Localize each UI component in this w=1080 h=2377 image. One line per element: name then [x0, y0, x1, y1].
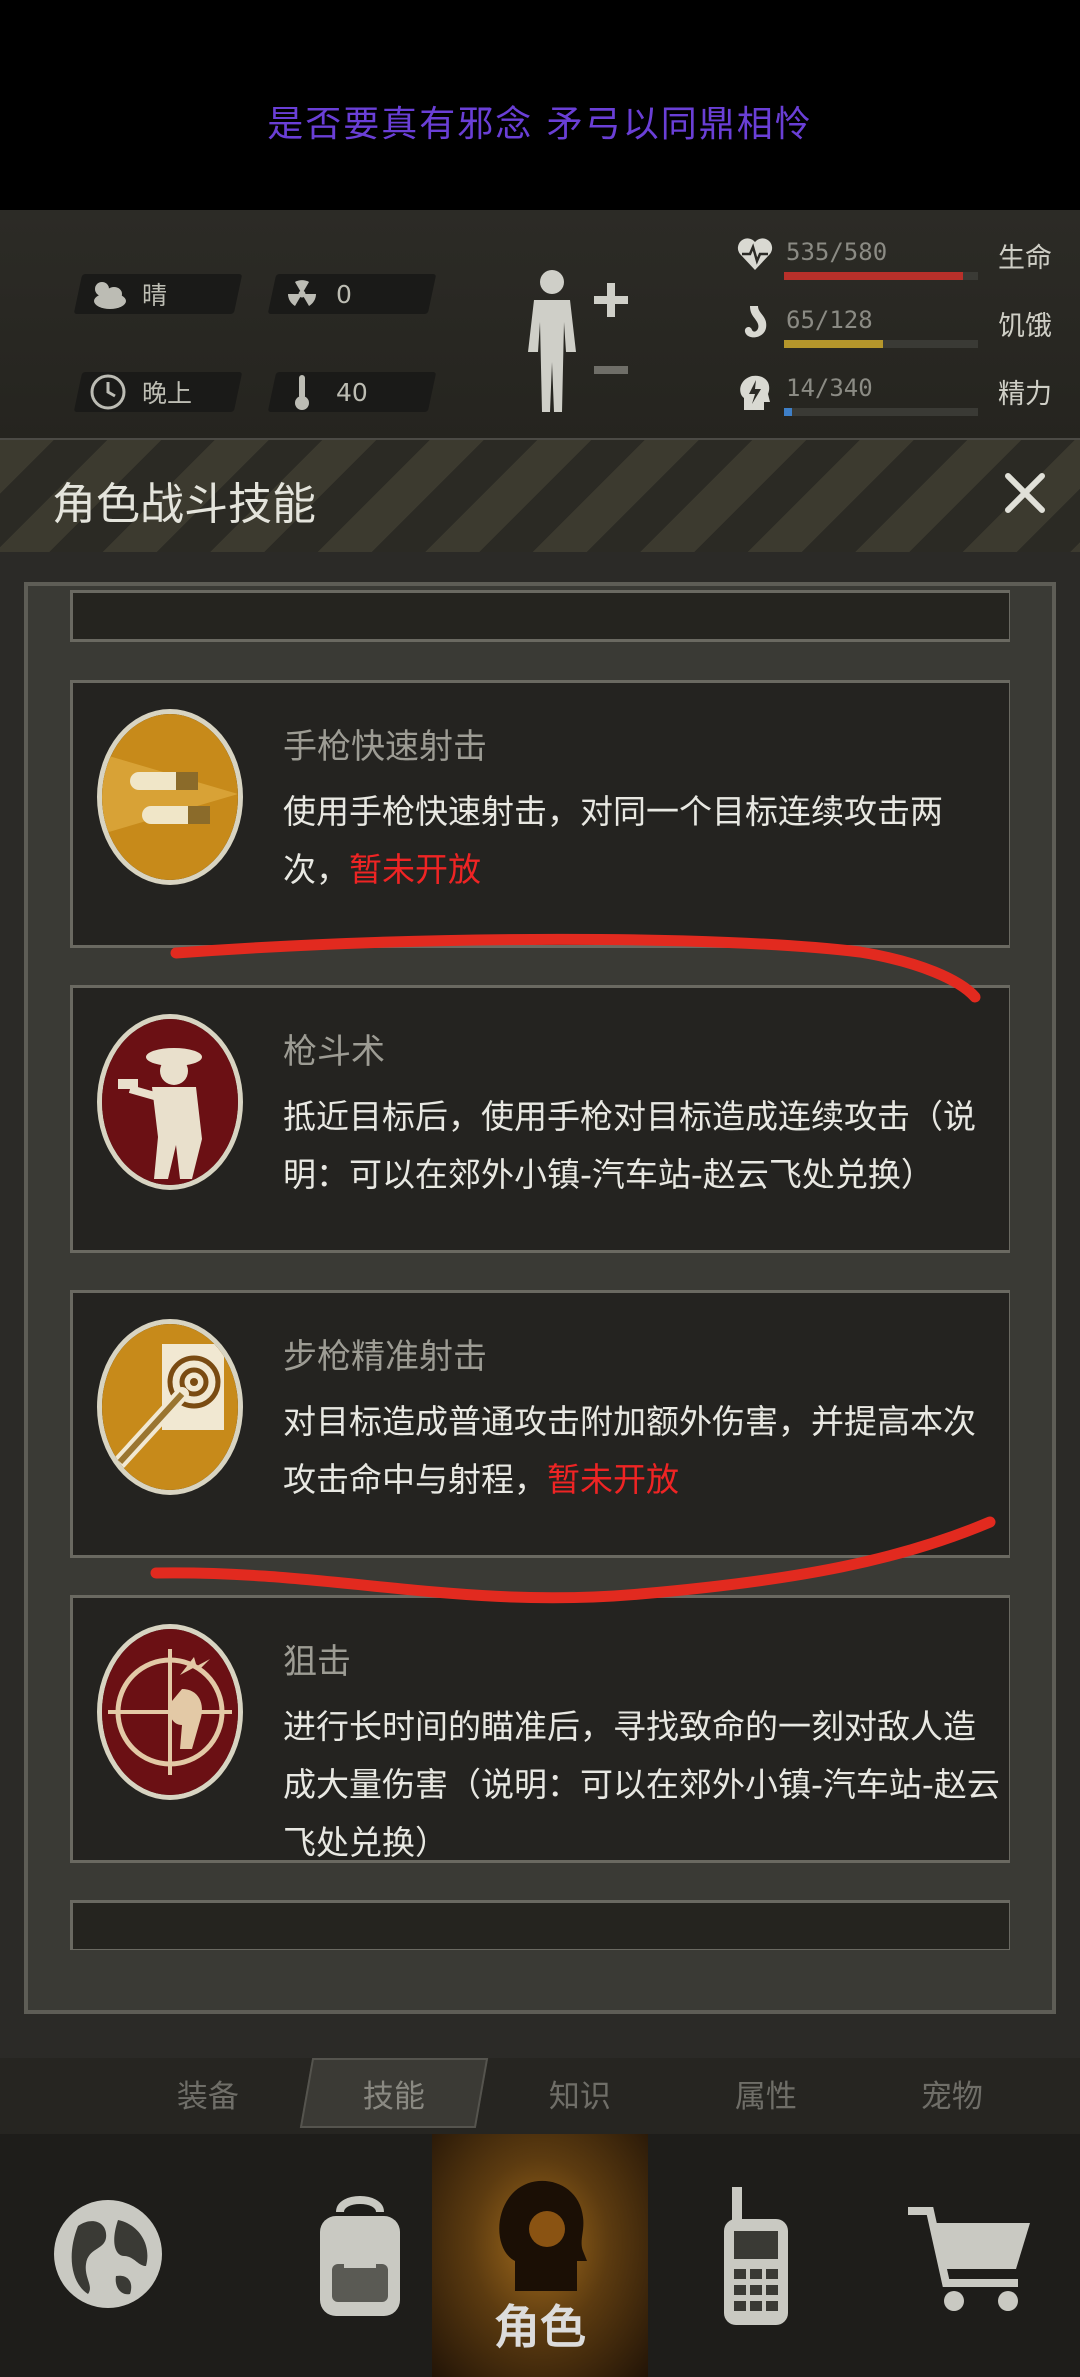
bottom-nav: 角色	[0, 2134, 1080, 2377]
health-label: 生命	[998, 243, 1052, 274]
skill-card-pistol-rapid-fire[interactable]: 手枪快速射击 使用手枪快速射击，对同一个目标连续攻击两次，暂未开放	[70, 680, 1010, 948]
nav-radio[interactable]	[648, 2134, 864, 2377]
hunger-label: 饥饿	[998, 311, 1052, 342]
skill-card-rifle-precision-shot[interactable]: 步枪精准射击 对目标造成普通攻击附加额外伤害，并提高本次攻击命中与射程，暂未开放	[70, 1290, 1010, 1558]
radiation-value: 0	[336, 279, 352, 309]
skill-name: 步枪精准射击	[283, 1337, 487, 1377]
not-available-note: 暂未开放	[349, 850, 481, 889]
top-banner: 是否要真有邪念 矛弓以同鼎相怜	[0, 0, 1080, 210]
nav-shop[interactable]	[864, 2134, 1080, 2377]
energy-label: 精力	[998, 379, 1052, 410]
health-stat: 535/580 生命	[728, 234, 1058, 290]
shopping-cart-icon	[908, 2206, 1030, 2311]
stomach-icon	[738, 304, 772, 346]
weather-indicator: 晴	[88, 274, 167, 314]
time-indicator: 晚上	[88, 372, 192, 412]
hunger-bar	[784, 340, 978, 348]
health-bar	[784, 272, 978, 280]
hunger-value: 65/128	[786, 306, 873, 334]
skill-description: 抵近目标后，使用手枪对目标造成连续攻击（说明：可以在郊外小镇-汽车站-赵云飞处兑…	[283, 1097, 976, 1194]
hunger-stat: 65/128 饥饿	[728, 302, 1058, 358]
tab-knowledge[interactable]: 知识	[486, 2058, 674, 2128]
close-icon	[1005, 473, 1045, 513]
skill-description: 对目标造成普通攻击附加额外伤害，并提高本次攻击命中与射程，暂未开放	[283, 1402, 976, 1499]
thermometer-icon	[282, 372, 322, 412]
tab-attributes[interactable]: 属性	[672, 2058, 860, 2128]
radiation-icon	[282, 274, 322, 314]
nav-character-label: 角色	[494, 2300, 586, 2354]
clock-icon	[88, 372, 128, 412]
energy-bar	[784, 408, 978, 416]
gunfighter-icon	[97, 1014, 243, 1190]
panel-title: 角色战斗技能	[52, 479, 316, 530]
nav-character[interactable]: 角色	[432, 2134, 648, 2377]
combat-skills-panel: 角色战斗技能 手枪快速射击 使用手枪快速射击，对同一个目标连续攻击两次，暂未开放	[0, 438, 1080, 2058]
skill-card-snipe[interactable]: 狙击 进行长时间的瞄准后，寻找致命的一刻对敌人造成大量伤害（说明：可以在郊外小镇…	[70, 1595, 1010, 1863]
sub-tab-bar: 装备 技能 知识 属性 宠物	[0, 2058, 1080, 2134]
skill-description: 进行长时间的瞄准后，寻找致命的一刻对敌人造成大量伤害（说明：可以在郊外小镇-汽车…	[283, 1707, 1000, 1862]
close-button[interactable]	[994, 462, 1056, 524]
skill-description: 使用手枪快速射击，对同一个目标连续攻击两次，暂未开放	[283, 792, 943, 889]
list-top-strip	[70, 590, 1010, 642]
character-head-icon	[499, 2180, 587, 2291]
skill-name: 枪斗术	[283, 1032, 385, 1072]
backpack-icon	[320, 2195, 400, 2316]
heart-icon	[736, 236, 774, 276]
temperature-value: 40	[336, 377, 368, 407]
sniper-crosshair-icon	[97, 1624, 243, 1800]
health-value: 535/580	[786, 238, 888, 266]
skill-list[interactable]: 手枪快速射击 使用手枪快速射击，对同一个目标连续攻击两次，暂未开放 枪斗术 抵近…	[44, 590, 1010, 1950]
weather-label: 晴	[142, 281, 168, 310]
tab-skills[interactable]: 技能	[299, 2058, 489, 2128]
skill-card-gun-kata[interactable]: 枪斗术 抵近目标后，使用手枪对目标造成连续攻击（说明：可以在郊外小镇-汽车站-赵…	[70, 985, 1010, 1253]
temperature-indicator: 40	[282, 372, 368, 412]
status-hud: 晴 0 晚上 40 535/580 生命 65/128 饥饿 14/340 精力	[0, 210, 1080, 440]
character-body-button[interactable]	[520, 262, 630, 426]
brain-lightning-icon	[736, 372, 774, 416]
banner-text: 是否要真有邪念 矛弓以同鼎相怜	[267, 104, 813, 145]
skill-name: 手枪快速射击	[283, 727, 487, 767]
nav-world-map[interactable]	[0, 2134, 216, 2377]
tab-pets[interactable]: 宠物	[858, 2058, 1046, 2128]
energy-stat: 14/340 精力	[728, 370, 1058, 426]
walkie-talkie-icon	[724, 2186, 788, 2325]
cloudy-weather-icon	[88, 274, 128, 314]
tab-equipment[interactable]: 装备	[114, 2058, 302, 2128]
energy-value: 14/340	[786, 374, 873, 402]
radiation-indicator: 0	[282, 274, 352, 314]
rifle-target-icon	[97, 1319, 243, 1495]
character-body-icon	[528, 270, 628, 412]
globe-icon	[54, 2199, 162, 2308]
time-label: 晚上	[142, 379, 193, 408]
skill-name: 狙击	[283, 1642, 351, 1682]
list-bottom-strip	[70, 1900, 1010, 1950]
bullets-icon	[97, 709, 243, 885]
not-available-note: 暂未开放	[547, 1460, 679, 1499]
